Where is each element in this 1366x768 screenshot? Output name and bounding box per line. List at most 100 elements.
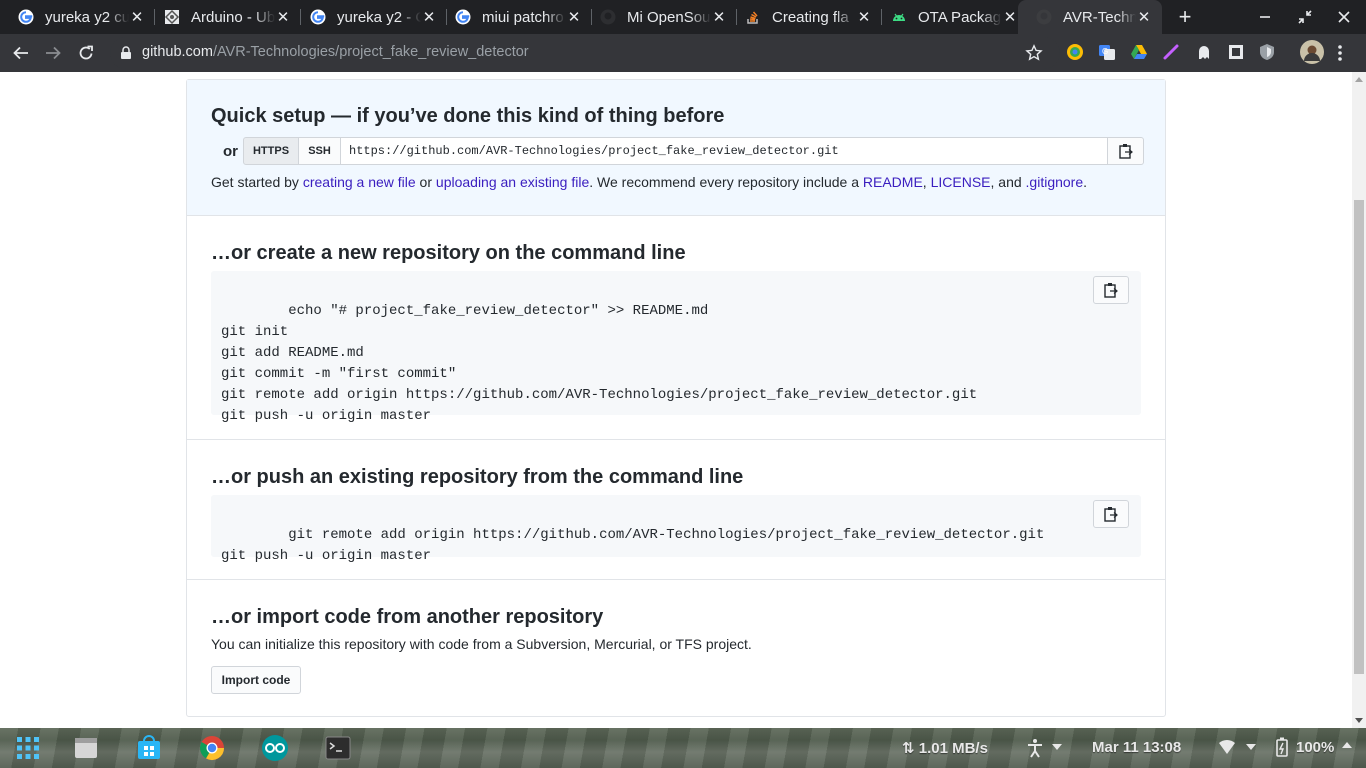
network-speed[interactable]: ⇅ 1.01 MB/s xyxy=(902,739,988,757)
terminal-icon[interactable] xyxy=(324,734,352,762)
files-icon[interactable] xyxy=(72,734,100,762)
get-started-text: Get started by creating a new file or up… xyxy=(211,174,1087,190)
tab-title: Arduino - Ub xyxy=(191,8,275,26)
url-path: /AVR-Technologies/project_fake_review_de… xyxy=(212,44,529,60)
translate-icon[interactable]: G xyxy=(1098,43,1116,61)
github-icon xyxy=(1036,9,1052,25)
close-icon[interactable]: ✕ xyxy=(1136,8,1152,26)
browser-tab-strip: yureka y2 cu ✕ Arduino - Ub ✕ yureka y2 … xyxy=(0,0,1366,34)
tab-title: Mi OpenSou xyxy=(627,8,711,26)
google-icon xyxy=(455,9,471,25)
battery-icon[interactable] xyxy=(1276,737,1288,757)
android-icon xyxy=(891,9,907,25)
shield-icon[interactable] xyxy=(1258,43,1276,61)
svg-text:G: G xyxy=(1102,47,1108,56)
copy-push-commands-button[interactable] xyxy=(1093,500,1129,528)
clone-url-row: or HTTPS SSH https://github.com/AVR-Tech… xyxy=(223,137,1144,165)
ssh-button[interactable]: SSH xyxy=(299,137,341,165)
copy-clone-url-button[interactable] xyxy=(1108,137,1144,165)
tab-avr-technologies[interactable]: AVR-Techno ✕ xyxy=(1018,0,1162,34)
ghost-extension-icon[interactable] xyxy=(1195,43,1213,61)
tab-mi-opensource[interactable]: Mi OpenSou ✕ xyxy=(582,0,737,34)
bookmark-star-icon[interactable] xyxy=(1025,44,1043,62)
import-code-section: …or import code from another repository … xyxy=(187,580,1165,717)
url-text: github.com/AVR-Technologies/project_fake… xyxy=(142,44,529,60)
tab-title: yureka y2 - C xyxy=(337,8,421,26)
close-icon[interactable]: ✕ xyxy=(275,8,291,26)
scrollbar-thumb[interactable] xyxy=(1354,200,1364,674)
arduino-stackexchange-icon xyxy=(164,9,180,25)
address-bar[interactable]: github.com/AVR-Technologies/project_fake… xyxy=(110,37,1060,69)
copy-create-commands-button[interactable] xyxy=(1093,276,1129,304)
import-code-title: …or import code from another repository xyxy=(211,606,604,628)
chevron-down-icon[interactable] xyxy=(1052,744,1062,750)
text-segment: . We recommend every repository include … xyxy=(589,174,863,190)
create-new-file-link[interactable]: creating a new file xyxy=(303,174,416,190)
wifi-icon[interactable] xyxy=(1218,739,1236,755)
gitignore-link[interactable]: .gitignore xyxy=(1026,174,1084,190)
license-link[interactable]: LICENSE xyxy=(931,174,991,190)
back-button[interactable] xyxy=(8,40,34,66)
tab-title: OTA Packag xyxy=(918,8,1002,26)
scroll-down-icon[interactable] xyxy=(1355,718,1363,723)
close-icon[interactable]: ✕ xyxy=(129,8,145,26)
clone-url-input[interactable]: https://github.com/AVR-Technologies/proj… xyxy=(341,137,1108,165)
close-window-icon[interactable] xyxy=(1333,6,1355,28)
google-icon xyxy=(18,9,34,25)
tab-yureka-y2-custom[interactable]: yureka y2 cu ✕ xyxy=(0,0,155,34)
import-code-button[interactable]: Import code xyxy=(211,666,301,694)
avatar[interactable] xyxy=(1300,40,1324,64)
upload-existing-file-link[interactable]: uploading an existing file xyxy=(436,174,589,190)
arduino-ide-icon[interactable] xyxy=(261,734,289,762)
tab-creating-flashable[interactable]: Creating fla ✕ xyxy=(727,0,882,34)
quick-setup-section: Quick setup — if you’ve done this kind o… xyxy=(187,80,1165,216)
extension-circle-icon[interactable] xyxy=(1066,43,1084,61)
square-extension-icon[interactable] xyxy=(1227,43,1245,61)
reload-button[interactable] xyxy=(73,40,99,66)
page-scrollbar[interactable] xyxy=(1352,72,1366,728)
text-segment: , and xyxy=(990,174,1026,190)
text-segment: or xyxy=(415,174,436,190)
chevron-down-icon[interactable] xyxy=(1246,744,1256,750)
close-icon[interactable]: ✕ xyxy=(711,8,727,26)
pen-extension-icon[interactable] xyxy=(1162,43,1180,61)
google-drive-icon[interactable] xyxy=(1130,43,1148,61)
new-tab-button[interactable]: + xyxy=(1172,4,1198,30)
tab-ota-package[interactable]: OTA Packag ✕ xyxy=(873,0,1028,34)
close-icon[interactable]: ✕ xyxy=(566,8,582,26)
arrow-left-icon xyxy=(13,46,28,60)
text-segment: , xyxy=(922,174,931,190)
lock-icon[interactable] xyxy=(120,46,132,60)
chevron-up-icon[interactable] xyxy=(1342,742,1352,748)
date-time[interactable]: Mar 11 13:08 xyxy=(1092,739,1181,756)
readme-link[interactable]: README xyxy=(863,174,923,190)
tab-yureka-y2[interactable]: yureka y2 - C ✕ xyxy=(292,0,447,34)
tab-title: miui patchro xyxy=(482,8,564,26)
https-button[interactable]: HTTPS xyxy=(243,137,299,165)
create-new-repo-code: echo "# project_fake_review_detector" >>… xyxy=(211,271,1141,424)
app-grid-icon[interactable] xyxy=(14,734,42,762)
github-icon xyxy=(600,9,616,25)
text-segment: Get started by xyxy=(211,174,303,190)
or-label: or xyxy=(223,142,238,160)
close-icon[interactable]: ✕ xyxy=(856,8,872,26)
close-icon[interactable]: ✕ xyxy=(1002,8,1018,26)
tab-arduino[interactable]: Arduino - Ub ✕ xyxy=(146,0,301,34)
tab-miui-patchrom[interactable]: miui patchro ✕ xyxy=(437,0,592,34)
clipboard-icon xyxy=(1104,507,1118,522)
accessibility-icon[interactable] xyxy=(1026,738,1044,758)
close-icon[interactable]: ✕ xyxy=(421,8,437,26)
url-host: github.com xyxy=(142,44,213,60)
chrome-icon[interactable] xyxy=(198,734,226,762)
google-icon xyxy=(310,9,326,25)
unmaximize-icon[interactable] xyxy=(1294,6,1316,28)
scroll-up-icon[interactable] xyxy=(1355,77,1363,82)
desktop-taskbar: ⇅ 1.01 MB/s Mar 11 13:08 100% xyxy=(0,728,1366,768)
store-icon[interactable] xyxy=(135,734,163,762)
forward-button[interactable] xyxy=(40,40,66,66)
create-new-repo-title: …or create a new repository on the comma… xyxy=(211,242,686,264)
minimize-icon[interactable] xyxy=(1254,6,1276,28)
more-menu-icon[interactable] xyxy=(1337,44,1343,62)
code-text: echo "# project_fake_review_detector" >>… xyxy=(221,303,978,424)
tab-title: Creating fla xyxy=(772,8,849,26)
